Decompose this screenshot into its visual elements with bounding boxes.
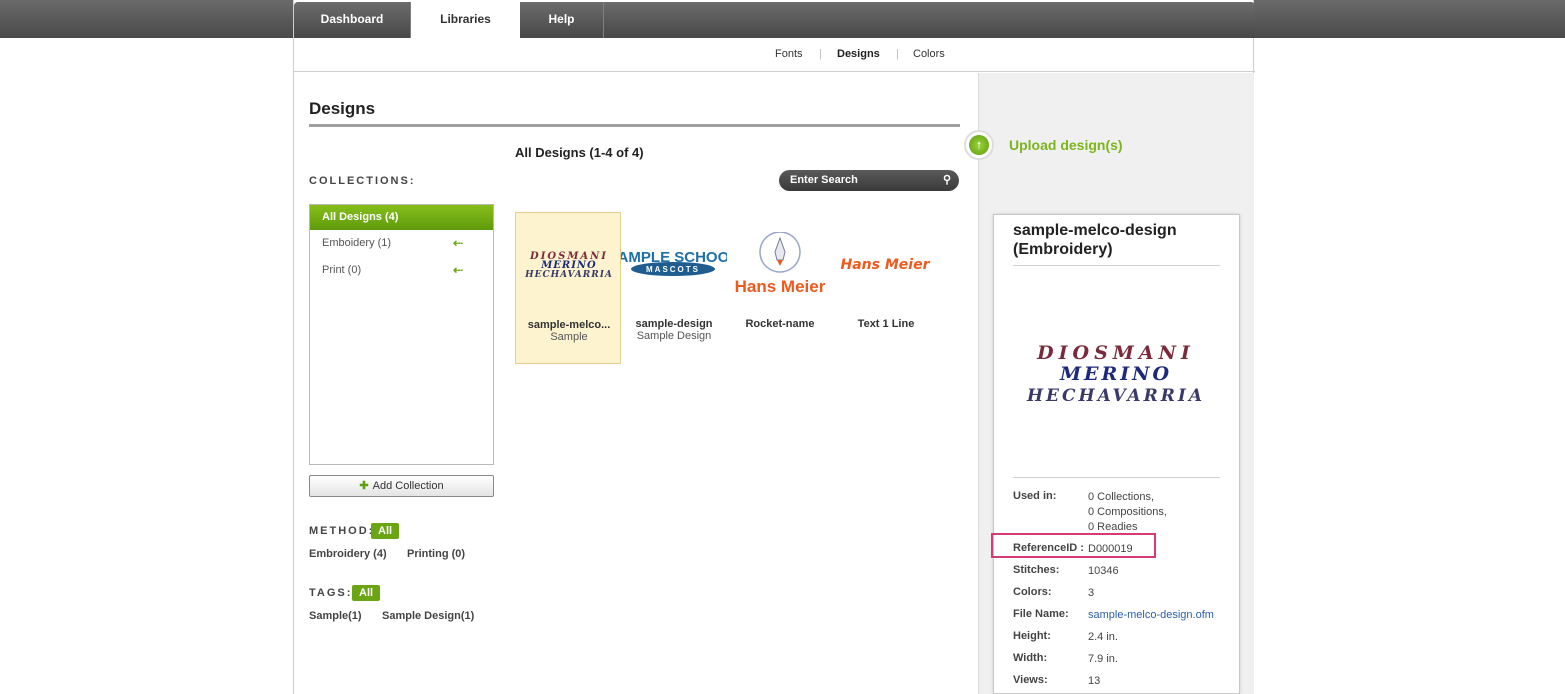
- collections-list: All Designs (4) Emboidery (1) ⇠ Print (0…: [309, 204, 494, 465]
- collection-item-label: Print (0): [322, 264, 362, 276]
- thumb-art-text: HECHAVARRIA: [524, 270, 613, 280]
- design-thumbnail: Hans Meier: [735, 232, 826, 296]
- detail-divider: [1013, 477, 1220, 478]
- method-label: METHOD:: [309, 525, 375, 537]
- main-tabs: Dashboard Libraries Help: [294, 2, 1255, 38]
- sub-navigation: Fonts | Designs | Colors: [294, 38, 1255, 72]
- design-detail-panel: sample-melco-design (Embroidery) DIOSMAN…: [991, 214, 1240, 694]
- collection-item-emboidery[interactable]: Emboidery (1) ⇠: [310, 230, 493, 257]
- detail-value: 7.9 in.: [1088, 653, 1118, 665]
- design-thumbnail: DIOSMANI MERINO HECHAVARRIA: [524, 251, 613, 280]
- design-card-name: Text 1 Line: [857, 318, 915, 330]
- search-input[interactable]: Enter Search ⚲: [779, 170, 959, 191]
- preview-art-text: MERINO: [1059, 363, 1172, 385]
- detail-value: 2.4 in.: [1088, 631, 1118, 643]
- tab-dashboard[interactable]: Dashboard: [294, 2, 411, 38]
- design-card[interactable]: SAMPLE SCHOOL MASCOTS sample-design Samp…: [621, 212, 727, 364]
- detail-preview-image: DIOSMANI MERINO HECHAVARRIA: [1026, 342, 1205, 406]
- preview-art-text: DIOSMANI: [1036, 342, 1195, 364]
- tab-libraries[interactable]: Libraries: [411, 2, 520, 38]
- add-collection-button[interactable]: ✚ Add Collection: [309, 475, 494, 497]
- page-title: Designs: [309, 99, 376, 118]
- search-icon[interactable]: ⚲: [943, 170, 951, 191]
- method-printing[interactable]: Printing (0): [407, 548, 465, 560]
- designs-grid-title: All Designs (1-4 of 4): [515, 145, 644, 160]
- collection-item-print[interactable]: Print (0) ⇠: [310, 257, 493, 284]
- subnav-separator: |: [819, 48, 822, 60]
- design-card[interactable]: Hans Meier Rocket-name: [727, 212, 833, 364]
- design-card-name: sample-melco...: [527, 319, 611, 331]
- collections-label: COLLECTIONS:: [309, 175, 416, 187]
- design-card-name: Rocket-name: [745, 318, 815, 330]
- detail-divider: [1013, 265, 1220, 266]
- add-collection-label: Add Collection: [372, 480, 444, 492]
- detail-key: Height:: [1013, 630, 1051, 642]
- method-all-pill[interactable]: All: [371, 523, 400, 539]
- design-card[interactable]: Hans Meier Text 1 Line: [833, 212, 939, 364]
- detail-value: 10346: [1088, 565, 1119, 577]
- detail-key: Stitches:: [1013, 564, 1060, 576]
- tab-help[interactable]: Help: [520, 2, 604, 38]
- detail-value: 13: [1088, 675, 1101, 687]
- design-card-tag: Sample: [550, 331, 588, 343]
- subnav-designs[interactable]: Designs: [837, 48, 880, 60]
- detail-key: Width:: [1013, 652, 1048, 664]
- detail-value: 3: [1088, 587, 1095, 599]
- file-name-link[interactable]: sample-melco-design.ofm: [1088, 608, 1228, 623]
- plus-icon: ✚: [359, 480, 369, 492]
- design-thumbnail: SAMPLE SCHOOL MASCOTS: [621, 249, 727, 276]
- detail-key: File Name:: [1013, 608, 1069, 620]
- subnav-fonts[interactable]: Fonts: [775, 48, 803, 60]
- title-divider: [309, 124, 960, 127]
- thumb-art-text: Hans Meier: [735, 277, 826, 296]
- detail-key: Colors:: [1013, 586, 1052, 598]
- design-card-tag: Sample Design: [636, 330, 712, 342]
- app-frame: Dashboard Libraries Help Fonts | Designs…: [293, 0, 1255, 694]
- detail-key: Used in:: [1013, 490, 1057, 502]
- search-placeholder: Enter Search: [790, 174, 858, 186]
- detail-title: sample-melco-design (Embroidery): [1013, 222, 1177, 258]
- detail-key: ReferenceID :: [1013, 542, 1084, 554]
- detail-value: 0 Collections, 0 Compositions, 0 Readies: [1088, 491, 1167, 533]
- upload-designs-link[interactable]: Upload design(s): [1009, 137, 1123, 153]
- detail-value: D000019: [1088, 543, 1133, 555]
- tags-label: TAGS:: [309, 587, 353, 599]
- arrow-left-icon[interactable]: ⇠: [453, 257, 463, 284]
- design-card-name: sample-design: [635, 318, 713, 330]
- tag-sample[interactable]: Sample(1): [309, 610, 362, 622]
- design-card[interactable]: DIOSMANI MERINO HECHAVARRIA sample-melco…: [515, 212, 621, 364]
- arrow-left-icon[interactable]: ⇠: [453, 230, 463, 257]
- tags-all-pill[interactable]: All: [352, 585, 381, 601]
- preview-art-text: HECHAVARRIA: [1026, 386, 1205, 406]
- thumb-art-text: Hans Meier: [841, 257, 931, 273]
- collection-all-designs[interactable]: All Designs (4): [310, 205, 493, 230]
- subnav-colors[interactable]: Colors: [913, 48, 945, 60]
- tag-sample-design[interactable]: Sample Design(1): [382, 610, 474, 622]
- detail-key: Views:: [1013, 674, 1048, 686]
- thumb-art-text: MASCOTS: [646, 265, 700, 274]
- collection-item-label: Emboidery (1): [322, 237, 392, 249]
- subnav-separator: |: [896, 48, 899, 60]
- upload-icon[interactable]: ↑: [964, 130, 994, 160]
- method-embroidery[interactable]: Embroidery (4): [309, 548, 387, 560]
- design-thumbnail: Hans Meier: [841, 257, 931, 273]
